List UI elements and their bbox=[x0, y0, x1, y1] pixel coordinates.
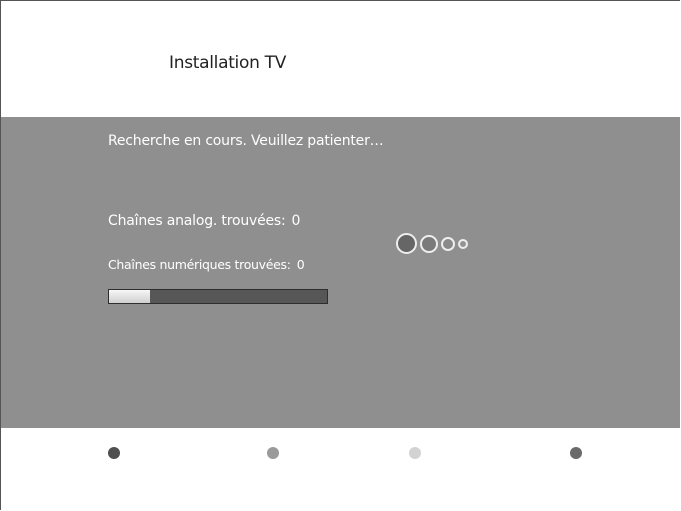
analog-channels-row: Chaînes analog. trouvées: 0 bbox=[108, 213, 300, 229]
search-panel: Recherche en cours. Veuillez patienter… … bbox=[1, 117, 680, 428]
search-status-text: Recherche en cours. Veuillez patienter… bbox=[108, 133, 384, 149]
spinner-dot-icon bbox=[396, 233, 417, 254]
spinner-dot-icon bbox=[458, 238, 468, 249]
digital-channels-label: Chaînes numériques trouvées: bbox=[108, 257, 291, 272]
analog-channels-label: Chaînes analog. trouvées: bbox=[108, 213, 286, 229]
digital-channels-count: 0 bbox=[296, 257, 305, 272]
green-key-icon[interactable] bbox=[267, 447, 281, 461]
search-progress-fill bbox=[109, 290, 151, 303]
tv-installation-screen: Installation TV Recherche en cours. Veui… bbox=[0, 0, 680, 510]
busy-spinner-icon bbox=[396, 233, 471, 254]
search-progress-bar bbox=[108, 289, 328, 304]
red-key-icon[interactable] bbox=[108, 447, 122, 461]
digital-channels-row: Chaînes numériques trouvées: 0 bbox=[108, 257, 305, 272]
yellow-key-icon[interactable] bbox=[409, 447, 423, 461]
header: Installation TV bbox=[1, 1, 680, 117]
analog-channels-count: 0 bbox=[291, 213, 301, 229]
page-title: Installation TV bbox=[169, 53, 287, 73]
spinner-dot-icon bbox=[441, 236, 455, 251]
color-key-bar bbox=[1, 428, 680, 511]
blue-key-icon[interactable] bbox=[570, 447, 584, 461]
spinner-dot-icon bbox=[420, 234, 438, 253]
